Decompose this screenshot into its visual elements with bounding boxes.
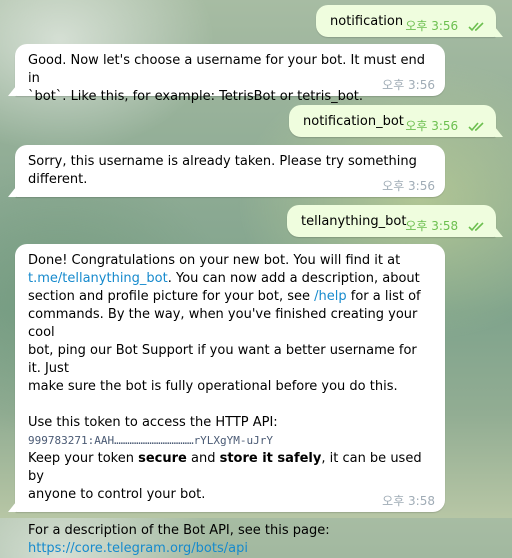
outgoing-message[interactable]: notification_bot 오후 3:56 (289, 105, 503, 137)
token-line: 999783271:AAH………………………………rYLXgYM-uJrY (28, 432, 433, 450)
message-text-line: t.me/tellanything_bot. You can now add a… (28, 270, 433, 288)
message-text-line: Sorry, this username is already taken. P… (28, 154, 417, 169)
message-time: 오후 3:56 (405, 119, 459, 133)
token-label: Use this token to access the HTTP API: (28, 415, 278, 430)
message-text-line: For a description of the Bot API, see th… (28, 523, 330, 538)
double-check-icon (468, 22, 484, 32)
bot-username-link[interactable]: t.me/tellanything_bot (28, 271, 168, 286)
message-time: 오후 3:56 (405, 19, 459, 33)
message-text-fragment: Keep your token (28, 451, 139, 466)
bold-text: secure (138, 451, 187, 466)
double-check-icon (468, 222, 484, 232)
message-text-line: section and profile picture for your bot… (28, 288, 433, 306)
message-meta: 오후 3:56 (405, 19, 486, 33)
message-text-line: Good. Now let's choose a username for yo… (28, 53, 425, 86)
message-text-line: anyone to control your bot. (28, 487, 206, 502)
message-text-line: Keep your token secure and store it safe… (28, 450, 433, 486)
outgoing-message[interactable]: tellanything_bot 오후 3:58 (287, 205, 503, 237)
bot-api-link[interactable]: https://core.telegram.org/bots/api (28, 541, 248, 556)
message-text-line: make sure the bot is fully operational b… (28, 379, 398, 394)
message-text: notification (330, 14, 404, 29)
bold-text: store it safely (219, 451, 322, 466)
message-text-fragment: section and profile picture for your bot… (28, 289, 315, 304)
message-text-fragment: and (186, 451, 220, 466)
help-command-link[interactable]: /help (314, 289, 346, 304)
message-text-line: commands. By the way, when you've finish… (28, 307, 418, 340)
message-time: 오후 3:56 (382, 179, 435, 193)
double-check-icon (468, 122, 484, 132)
message-time: 오후 3:58 (382, 494, 435, 508)
message-text: notification_bot (303, 114, 404, 129)
message-time: 오후 3:58 (405, 219, 459, 233)
api-token[interactable]: 999783271:AAH………………………………rYLXgYM-uJrY (28, 434, 273, 447)
message-text-fragment: for a list of (346, 289, 421, 304)
message-time: 오후 3:56 (382, 78, 435, 92)
message-text-line: bot, ping our Bot Support if you want a … (28, 343, 417, 376)
message-text-line: `bot`. Like this, for example: TetrisBot… (28, 89, 364, 104)
message-text-fragment: . You can now add a description, about (167, 271, 420, 286)
message-meta: 오후 3:56 (405, 119, 486, 133)
message-meta: 오후 3:58 (405, 219, 486, 233)
outgoing-message[interactable]: notification 오후 3:56 (316, 5, 503, 37)
message-text-line: different. (28, 172, 88, 187)
message-text: tellanything_bot (301, 214, 407, 229)
incoming-message[interactable]: Good. Now let's choose a username for yo… (8, 44, 445, 104)
incoming-message[interactable]: Sorry, this username is already taken. P… (8, 145, 445, 197)
message-text-line: https://core.telegram.org/bots/api (28, 540, 433, 558)
incoming-message[interactable]: Done! Congratulations on your new bot. Y… (8, 244, 445, 556)
message-text-line: Done! Congratulations on your new bot. Y… (28, 253, 401, 268)
